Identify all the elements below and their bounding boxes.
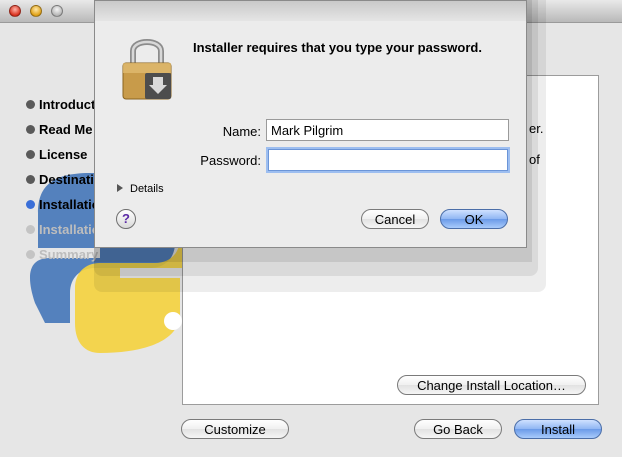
install-button[interactable]: Install xyxy=(514,419,602,439)
step-dot-icon xyxy=(26,150,35,159)
name-field[interactable] xyxy=(266,119,509,141)
change-install-location-button[interactable]: Change Install Location… xyxy=(397,375,586,395)
help-button[interactable]: ? xyxy=(116,209,136,229)
step-summary: Summary xyxy=(26,247,98,263)
step-license: License xyxy=(26,147,87,163)
lock-icon xyxy=(122,39,172,100)
password-field[interactable] xyxy=(268,149,508,171)
step-dot-icon xyxy=(26,200,35,209)
cancel-button[interactable]: Cancel xyxy=(361,209,429,229)
minimize-icon[interactable] xyxy=(30,5,42,17)
disclosure-triangle-icon[interactable] xyxy=(117,184,123,192)
zoom-icon[interactable] xyxy=(51,5,63,17)
details-disclosure[interactable]: Details xyxy=(117,183,164,195)
customize-button[interactable]: Customize xyxy=(181,419,289,439)
close-icon[interactable] xyxy=(9,5,21,17)
ok-button[interactable]: OK xyxy=(440,209,508,229)
step-dot-icon xyxy=(26,250,35,259)
step-dot-icon xyxy=(26,225,35,234)
password-label: Password: xyxy=(200,153,261,168)
details-label: Details xyxy=(130,183,164,195)
name-label: Name: xyxy=(222,124,261,139)
dialog-headline: Installer requires that you type your pa… xyxy=(193,40,482,55)
step-label: License xyxy=(39,147,88,162)
step-dot-icon xyxy=(26,125,35,134)
step-label: Summary xyxy=(39,247,99,262)
step-dot-icon xyxy=(26,100,35,109)
step-dot-icon xyxy=(26,175,35,184)
authentication-dialog: Installer requires that you type your pa… xyxy=(94,0,527,248)
go-back-button[interactable]: Go Back xyxy=(414,419,502,439)
step-label: Read Me xyxy=(39,122,93,137)
step-read-me: Read Me xyxy=(26,122,92,138)
sheet-top-bar xyxy=(95,1,526,21)
